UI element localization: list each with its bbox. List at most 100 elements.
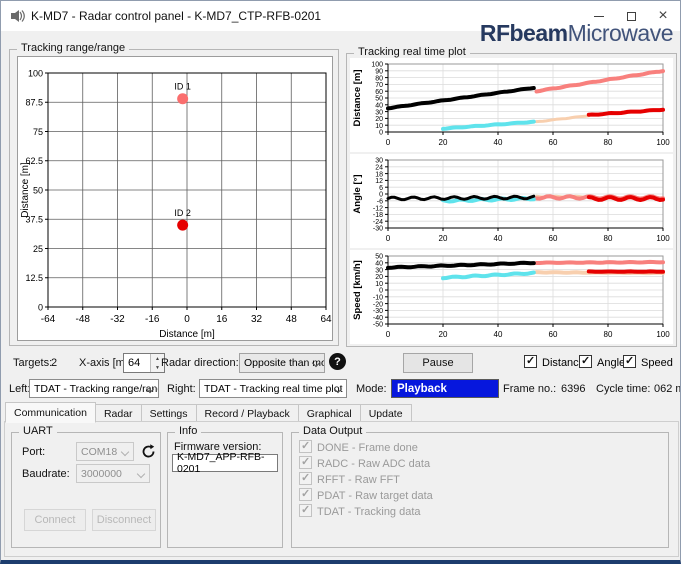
svg-text:20: 20 xyxy=(439,330,448,339)
firmware-version-field[interactable]: K-MD7_APP-RFB-0201 xyxy=(172,451,278,475)
cycle-time-label: Cycle time: xyxy=(596,383,651,395)
pause-button[interactable]: Pause xyxy=(403,353,473,373)
range-chart-frame: -64 -48 -32 -16 0 16 32 48 64 0 12.5 25 37.5 50 62.5 75… xyxy=(17,56,333,341)
svg-text:12: 12 xyxy=(375,178,383,185)
svg-text:40: 40 xyxy=(494,234,503,243)
info-title: Info xyxy=(175,425,202,437)
svg-text:60: 60 xyxy=(375,89,383,96)
svg-text:80: 80 xyxy=(375,75,383,82)
port-value: COM18 xyxy=(81,445,118,458)
svg-text:48: 48 xyxy=(286,314,298,325)
pdat-checkbox xyxy=(299,487,312,501)
svg-text:64: 64 xyxy=(320,314,332,325)
svg-text:Distance [m]: Distance [m] xyxy=(20,162,31,218)
svg-text:32: 32 xyxy=(251,314,263,325)
svg-text:100: 100 xyxy=(371,62,383,69)
svg-text:20: 20 xyxy=(375,274,383,281)
distance-checkbox[interactable] xyxy=(524,354,537,368)
svg-text:50: 50 xyxy=(33,185,43,195)
range-chart: -64 -48 -32 -16 0 16 32 48 64 0 12.5 25 37.5 50 62.5 75… xyxy=(18,57,332,340)
tab-strip: Communication Radar Settings Record / Pl… xyxy=(5,402,412,423)
app-window: K-MD7 - Radar control panel - K-MD7_CTP-… xyxy=(0,0,681,564)
svg-text:70: 70 xyxy=(375,82,383,89)
right-view-value: TDAT - Tracking real time plot xyxy=(204,382,343,395)
svg-text:-10: -10 xyxy=(373,294,383,301)
app-icon xyxy=(11,10,25,22)
right-view-select[interactable]: TDAT - Tracking real time plot xyxy=(199,379,347,398)
xaxis-stepper[interactable]: 64 ▲ ▼ xyxy=(123,353,165,373)
svg-text:40: 40 xyxy=(494,138,503,147)
svg-text:100: 100 xyxy=(656,138,670,147)
svg-text:75: 75 xyxy=(33,127,43,137)
angle-toggle-label: Angle xyxy=(597,357,626,369)
pdat-label: PDAT - Raw target data xyxy=(317,490,433,502)
speed-checkbox[interactable] xyxy=(623,354,636,368)
svg-text:50: 50 xyxy=(375,254,383,261)
svg-text:ID 2: ID 2 xyxy=(174,208,191,218)
help-icon: ? xyxy=(334,355,341,368)
cycle-time-value: 062 ms xyxy=(654,383,680,395)
svg-text:-20: -20 xyxy=(373,301,383,308)
svg-text:40: 40 xyxy=(375,102,383,109)
svg-text:16: 16 xyxy=(216,314,228,325)
refresh-ports-icon[interactable] xyxy=(140,443,157,460)
tab-communication[interactable]: Communication xyxy=(5,402,96,423)
done-output-row: DONE - Frame done xyxy=(299,439,418,454)
tdat-output-row: TDAT - Tracking data xyxy=(299,503,421,518)
svg-text:-48: -48 xyxy=(76,314,91,325)
disconnect-label: Disconnect xyxy=(96,514,152,526)
svg-text:-50: -50 xyxy=(373,322,383,329)
svg-text:Distance [m]: Distance [m] xyxy=(159,329,215,340)
firmware-version-value: K-MD7_APP-RFB-0201 xyxy=(177,451,265,475)
data-output-group: Data Output DONE - Frame done RADC - Raw… xyxy=(291,425,669,548)
window-title: K-MD7 - Radar control panel - K-MD7_CTP-… xyxy=(31,9,322,23)
connect-button: Connect xyxy=(24,509,86,531)
port-label: Port: xyxy=(22,446,46,458)
svg-text:-40: -40 xyxy=(373,315,383,322)
uart-title: UART xyxy=(19,425,57,437)
mode-value-field: Playback xyxy=(391,379,499,398)
baudrate-value: 3000000 xyxy=(81,467,122,480)
svg-text:ID 1: ID 1 xyxy=(174,82,191,92)
svg-text:-24: -24 xyxy=(373,219,383,226)
radc-label: RADC - Raw ADC data xyxy=(317,458,431,470)
svg-text:50: 50 xyxy=(375,96,383,103)
disconnect-button: Disconnect xyxy=(92,509,156,531)
svg-text:40: 40 xyxy=(494,330,503,339)
angle-checkbox[interactable] xyxy=(579,354,592,368)
distance-toggle[interactable]: Distance xyxy=(524,354,585,369)
uart-group: UART Port: COM18 Baudrate: 3000000 Conne… xyxy=(11,425,161,548)
svg-text:-64: -64 xyxy=(41,314,56,325)
svg-text:0: 0 xyxy=(379,130,383,137)
pause-label: Pause xyxy=(422,357,454,369)
svg-text:20: 20 xyxy=(439,234,448,243)
svg-text:20: 20 xyxy=(439,138,448,147)
svg-text:60: 60 xyxy=(549,330,558,339)
svg-text:18: 18 xyxy=(375,171,383,178)
svg-text:-6: -6 xyxy=(377,198,383,205)
speed-chart: 0 20 40 60 80 100 -50 -40 -30 -20 -10 0 10 20 30 40 50 Sp… xyxy=(350,250,673,344)
svg-text:0: 0 xyxy=(386,330,391,339)
svg-text:-18: -18 xyxy=(373,212,383,219)
speed-toggle[interactable]: Speed xyxy=(623,354,673,369)
radar-direction-label: Radar direction: xyxy=(161,357,239,369)
help-button[interactable]: ? xyxy=(329,353,346,370)
baudrate-label: Baudrate: xyxy=(22,468,70,480)
chevron-down-icon xyxy=(136,469,146,479)
svg-text:Angle [°]: Angle [°] xyxy=(352,174,363,213)
logo-primary: RFbeam xyxy=(479,20,568,46)
pdat-output-row: PDAT - Raw target data xyxy=(299,487,433,502)
svg-text:Distance [m]: Distance [m] xyxy=(352,69,363,126)
angle-toggle[interactable]: Angle xyxy=(579,354,626,369)
svg-text:-32: -32 xyxy=(110,314,125,325)
left-view-select[interactable]: TDAT - Tracking range/range xyxy=(29,379,159,398)
svg-text:30: 30 xyxy=(375,158,383,165)
svg-text:-30: -30 xyxy=(373,308,383,315)
rfft-checkbox xyxy=(299,471,312,485)
frame-no-label: Frame no.: xyxy=(503,383,557,395)
radar-direction-select[interactable]: Opposite than monito xyxy=(239,353,325,373)
svg-text:80: 80 xyxy=(604,330,613,339)
svg-text:10: 10 xyxy=(375,281,383,288)
xaxis-value: 64 xyxy=(128,357,141,369)
rfft-output-row: RFFT - Raw FFT xyxy=(299,471,400,486)
